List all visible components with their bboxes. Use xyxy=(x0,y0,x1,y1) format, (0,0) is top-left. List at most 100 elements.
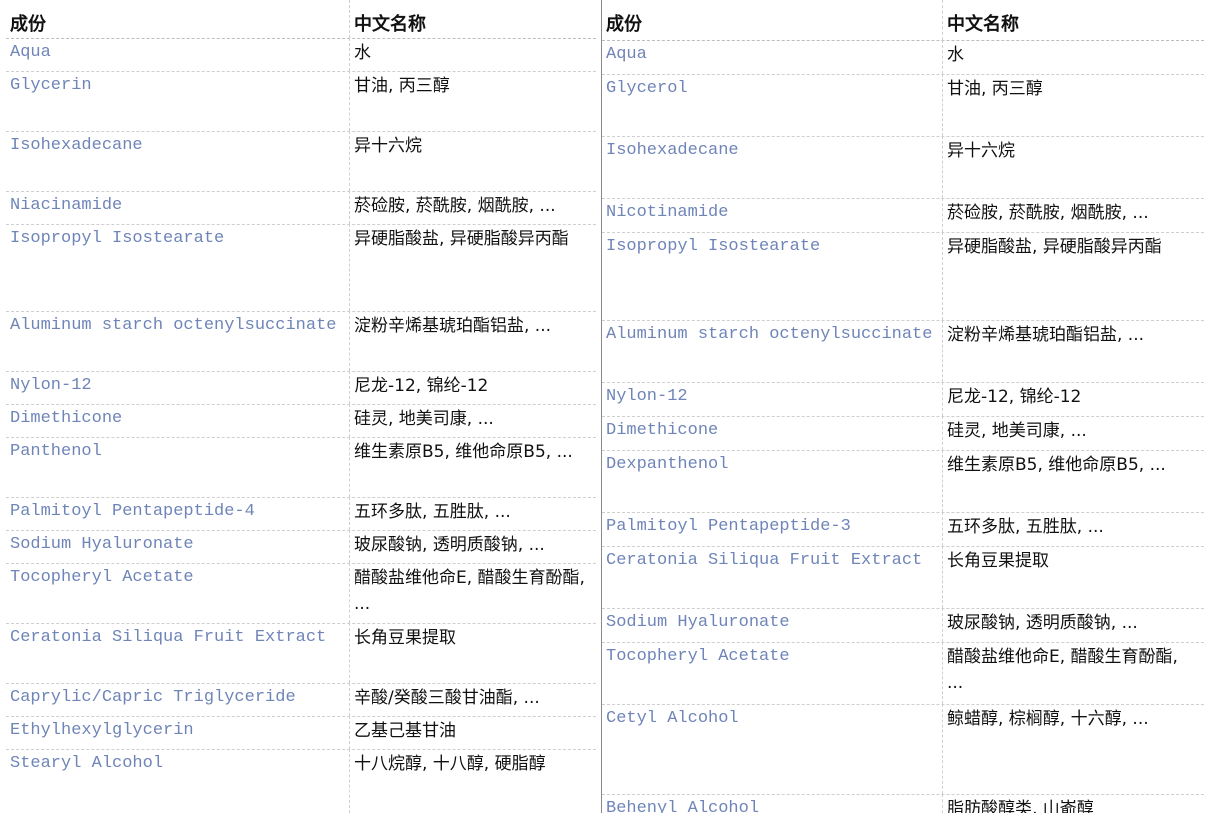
table-row: Isohexadecane 异十六烷 xyxy=(602,136,1204,199)
table-row: Niacinamide 菸硷胺, 菸酰胺, 烟酰胺, ... xyxy=(6,191,596,225)
chinese-name: 鲸蜡醇, 棕榈醇, 十六醇, ... xyxy=(942,704,1204,794)
table-header: 成份 中文名称 xyxy=(602,0,1204,41)
chinese-name: 脂肪酸醇类, 山嵛醇 xyxy=(942,794,1204,813)
table-row: Cetyl Alcohol 鲸蜡醇, 棕榈醇, 十六醇, ... xyxy=(602,704,1204,795)
table-row: Tocopheryl Acetate 醋酸盐维他命E, 醋酸生育酚酯, ... xyxy=(6,563,596,624)
ingredient-name[interactable]: Aluminum starch octenylsuccinate xyxy=(602,320,938,382)
ingredient-name[interactable]: Palmitoyl Pentapeptide-3 xyxy=(602,512,938,546)
ingredient-name[interactable]: Isopropyl Isostearate xyxy=(602,232,938,320)
table-row: Palmitoyl Pentapeptide-3 五环多肽, 五胜肽, ... xyxy=(602,512,1204,547)
chinese-name: 玻尿酸钠, 透明质酸钠, ... xyxy=(942,608,1204,642)
chinese-name: 甘油, 丙三醇 xyxy=(349,71,596,131)
chinese-name: 尼龙-12, 锦纶-12 xyxy=(942,382,1204,416)
table-row: Tocopheryl Acetate 醋酸盐维他命E, 醋酸生育酚酯, ... xyxy=(602,642,1204,705)
chinese-name: 硅灵, 地美司康, ... xyxy=(942,416,1204,450)
table-row: Aluminum starch octenylsuccinate 淀粉辛烯基琥珀酯… xyxy=(6,311,596,372)
comparison-view: 成份 中文名称 Aqua 水 Glycerin 甘油, 丙三醇 Isohexadecane 异… xyxy=(0,0,1210,813)
ingredient-name[interactable]: Ceratonia Siliqua Fruit Extract xyxy=(602,546,938,608)
chinese-name: 五环多肽, 五胜肽, ... xyxy=(349,497,596,530)
table-row: Isopropyl Isostearate 异硬脂酸盐, 异硬脂酸异丙酯 xyxy=(6,224,596,312)
header-ingredient: 成份 xyxy=(10,14,46,35)
chinese-name: 十八烷醇, 十八醇, 硬脂醇 xyxy=(349,749,596,813)
ingredient-name[interactable]: Isopropyl Isostearate xyxy=(6,224,345,311)
table-row: Aluminum starch octenylsuccinate 淀粉辛烯基琥珀酯… xyxy=(602,320,1204,383)
chinese-name: 甘油, 丙三醇 xyxy=(942,74,1204,136)
table-row: Dimethicone 硅灵, 地美司康, ... xyxy=(602,416,1204,451)
table-row: Aqua 水 xyxy=(602,40,1204,75)
ingredient-name[interactable]: Palmitoyl Pentapeptide-4 xyxy=(6,497,345,530)
ingredient-name[interactable]: Panthenol xyxy=(6,437,345,497)
chinese-name: 硅灵, 地美司康, ... xyxy=(349,404,596,437)
table-row: Dimethicone 硅灵, 地美司康, ... xyxy=(6,404,596,438)
chinese-name: 维生素原B5, 维他命原B5, ... xyxy=(942,450,1204,512)
table-row: Palmitoyl Pentapeptide-4 五环多肽, 五胜肽, ... xyxy=(6,497,596,531)
ingredient-name[interactable]: Sodium Hyaluronate xyxy=(602,608,938,642)
ingredient-name[interactable]: Nylon-12 xyxy=(602,382,938,416)
table-row: Ethylhexylglycerin 乙基己基甘油 xyxy=(6,716,596,750)
chinese-name: 淀粉辛烯基琥珀酯铝盐, ... xyxy=(349,311,596,371)
table-row: Ceratonia Siliqua Fruit Extract 长角豆果提取 xyxy=(602,546,1204,609)
chinese-name: 异十六烷 xyxy=(942,136,1204,198)
ingredient-name[interactable]: Aqua xyxy=(602,40,938,74)
chinese-name: 淀粉辛烯基琥珀酯铝盐, ... xyxy=(942,320,1204,382)
chinese-name: 辛酸/癸酸三酸甘油酯, ... xyxy=(349,683,596,716)
ingredient-name[interactable]: Cetyl Alcohol xyxy=(602,704,938,794)
ingredient-name[interactable]: Nicotinamide xyxy=(602,198,938,232)
table-row: Caprylic/Capric Triglyceride 辛酸/癸酸三酸甘油酯, … xyxy=(6,683,596,717)
chinese-name: 菸硷胺, 菸酰胺, 烟酰胺, ... xyxy=(349,191,596,224)
table-row: Dexpanthenol 维生素原B5, 维他命原B5, ... xyxy=(602,450,1204,513)
table-row: Isohexadecane 异十六烷 xyxy=(6,131,596,192)
table-row: Behenyl Alcohol 脂肪酸醇类, 山嵛醇 xyxy=(602,794,1204,813)
ingredient-name[interactable]: Ceratonia Siliqua Fruit Extract xyxy=(6,623,345,683)
chinese-name: 维生素原B5, 维他命原B5, ... xyxy=(349,437,596,497)
ingredient-name[interactable]: Caprylic/Capric Triglyceride xyxy=(6,683,345,716)
ingredient-name[interactable]: Isohexadecane xyxy=(602,136,938,198)
table-row: Sodium Hyaluronate 玻尿酸钠, 透明质酸钠, ... xyxy=(602,608,1204,643)
ingredient-name[interactable]: Aqua xyxy=(6,38,345,71)
table-row: Nicotinamide 菸硷胺, 菸酰胺, 烟酰胺, ... xyxy=(602,198,1204,233)
table-row: Nylon-12 尼龙-12, 锦纶-12 xyxy=(602,382,1204,417)
header-chinese-name: 中文名称 xyxy=(349,0,596,38)
chinese-name: 水 xyxy=(349,38,596,71)
ingredient-name[interactable]: Stearyl Alcohol xyxy=(6,749,345,813)
right-ingredient-table: 成份 中文名称 Aqua 水 Glycerol 甘油, 丙三醇 Isohexadecane 异… xyxy=(601,0,1204,813)
ingredient-name[interactable]: Niacinamide xyxy=(6,191,345,224)
chinese-name: 长角豆果提取 xyxy=(942,546,1204,608)
ingredient-name[interactable]: Glycerin xyxy=(6,71,345,131)
table-header: 成份 中文名称 xyxy=(6,0,596,39)
ingredient-name[interactable]: Isohexadecane xyxy=(6,131,345,191)
ingredient-name[interactable]: Dimethicone xyxy=(602,416,938,450)
table-row: Ceratonia Siliqua Fruit Extract 长角豆果提取 xyxy=(6,623,596,684)
table-row: Isopropyl Isostearate 异硬脂酸盐, 异硬脂酸异丙酯 xyxy=(602,232,1204,321)
table-row: Aqua 水 xyxy=(6,38,596,72)
chinese-name: 菸硷胺, 菸酰胺, 烟酰胺, ... xyxy=(942,198,1204,232)
chinese-name: 醋酸盐维他命E, 醋酸生育酚酯, ... xyxy=(349,563,596,623)
chinese-name: 醋酸盐维他命E, 醋酸生育酚酯, ... xyxy=(942,642,1204,704)
ingredient-name[interactable]: Glycerol xyxy=(602,74,938,136)
ingredient-name[interactable]: Dexpanthenol xyxy=(602,450,938,512)
left-ingredient-table: 成份 中文名称 Aqua 水 Glycerin 甘油, 丙三醇 Isohexadecane 异… xyxy=(6,0,596,813)
ingredient-name[interactable]: Tocopheryl Acetate xyxy=(6,563,345,623)
header-chinese-name: 中文名称 xyxy=(942,0,1204,40)
ingredient-name[interactable]: Ethylhexylglycerin xyxy=(6,716,345,749)
table-row: Panthenol 维生素原B5, 维他命原B5, ... xyxy=(6,437,596,498)
ingredient-name[interactable]: Nylon-12 xyxy=(6,371,345,404)
ingredient-name[interactable]: Tocopheryl Acetate xyxy=(602,642,938,704)
table-row: Sodium Hyaluronate 玻尿酸钠, 透明质酸钠, ... xyxy=(6,530,596,564)
ingredient-name[interactable]: Aluminum starch octenylsuccinate xyxy=(6,311,345,371)
table-row: Stearyl Alcohol 十八烷醇, 十八醇, 硬脂醇 xyxy=(6,749,596,813)
chinese-name: 水 xyxy=(942,40,1204,74)
ingredient-name[interactable]: Behenyl Alcohol xyxy=(602,794,938,813)
table-row: Nylon-12 尼龙-12, 锦纶-12 xyxy=(6,371,596,405)
chinese-name: 异硬脂酸盐, 异硬脂酸异丙酯 xyxy=(349,224,596,311)
chinese-name: 异硬脂酸盐, 异硬脂酸异丙酯 xyxy=(942,232,1204,320)
ingredient-name[interactable]: Sodium Hyaluronate xyxy=(6,530,345,563)
chinese-name: 尼龙-12, 锦纶-12 xyxy=(349,371,596,404)
chinese-name: 玻尿酸钠, 透明质酸钠, ... xyxy=(349,530,596,563)
chinese-name: 五环多肽, 五胜肽, ... xyxy=(942,512,1204,546)
chinese-name: 乙基己基甘油 xyxy=(349,716,596,749)
chinese-name: 异十六烷 xyxy=(349,131,596,191)
table-row: Glycerol 甘油, 丙三醇 xyxy=(602,74,1204,137)
ingredient-name[interactable]: Dimethicone xyxy=(6,404,345,437)
table-row: Glycerin 甘油, 丙三醇 xyxy=(6,71,596,132)
